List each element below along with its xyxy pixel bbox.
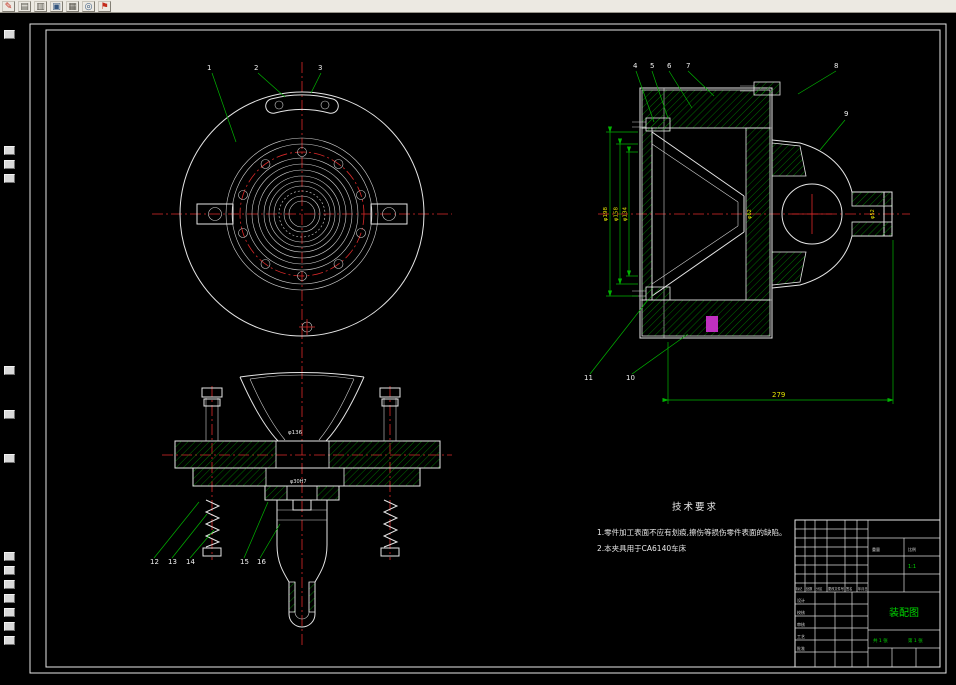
callout-label: 3: [318, 64, 322, 72]
tb-row-label: 校核: [797, 609, 805, 615]
tech-req-line: 1.零件加工表面不应有划痕,擦伤等损伤零件表面的缺陷。: [597, 527, 787, 537]
tech-req-line: 2.本夹具用于CA6140车床: [597, 543, 687, 553]
bushing-part: [706, 316, 718, 332]
tb-header: 处数: [806, 586, 813, 591]
tb-header: 更改文件号: [828, 586, 844, 591]
callout-label: 7: [686, 62, 690, 70]
canvas-bg: [0, 0, 956, 685]
callout-label: 5: [650, 62, 654, 70]
side-tool-icon[interactable]: [4, 174, 15, 183]
tb-row-label: 批准: [797, 645, 805, 651]
dim-label: φ30H7: [290, 479, 307, 485]
dim-label: φ62: [747, 209, 753, 219]
pencil-icon[interactable]: ✎: [2, 0, 15, 12]
flag-icon[interactable]: ⚑: [98, 0, 111, 12]
callout-label: 15: [240, 558, 249, 566]
tech-req-title: 技术要求: [672, 501, 718, 513]
tb-header: 标记: [796, 586, 803, 591]
callout-label: 16: [257, 558, 266, 566]
side-tool-icon[interactable]: [4, 636, 15, 645]
side-tool-icon[interactable]: [4, 146, 15, 155]
hatch-region: [641, 127, 653, 301]
side-tool-icon[interactable]: [4, 30, 15, 39]
dim-label: 279: [772, 391, 785, 399]
side-tool-icon[interactable]: [4, 366, 15, 375]
grid-icon[interactable]: ▦: [66, 0, 79, 12]
dim-label: φ52: [870, 209, 876, 219]
side-tool-icon[interactable]: [4, 622, 15, 631]
callout-label: 8: [834, 62, 838, 70]
tb-header: 签名: [846, 586, 852, 591]
callout-label: 6: [667, 62, 672, 70]
side-tool-icon[interactable]: [4, 566, 15, 575]
tb-row-label: 审核: [797, 621, 805, 627]
side-tool-icon[interactable]: [4, 552, 15, 561]
callout-label: 9: [844, 110, 848, 118]
app-toolbar: ✎ ▤ ▥ ▣ ▦ ◎ ⚑: [0, 0, 956, 13]
side-tool-icon[interactable]: [4, 160, 15, 169]
side-tool-icon[interactable]: [4, 608, 15, 617]
callout-label: 1: [207, 64, 211, 72]
open-sheet-icon[interactable]: ▥: [34, 0, 47, 12]
callout-label: 13: [168, 558, 177, 566]
dim-label: φ136: [288, 430, 303, 436]
new-sheet-icon[interactable]: ▤: [18, 0, 31, 12]
tb-scale-label: 比例: [908, 546, 916, 552]
cad-canvas[interactable]: 1 2 3 φ198 φ158 φ134 φ62 φ52 279 4 5 6 7…: [0, 0, 956, 685]
tb-drawing-name: 装配图: [889, 606, 919, 619]
callout-label: 14: [186, 558, 195, 566]
dim-label: φ198: [603, 206, 609, 221]
callout-label: 12: [150, 558, 159, 566]
dim-label: φ134: [623, 206, 629, 221]
tb-header: 分区: [816, 586, 823, 591]
tb-scale-value: 1:1: [908, 564, 916, 570]
dim-label: φ158: [614, 206, 620, 221]
save-icon[interactable]: ▣: [50, 0, 63, 12]
callout-label: 2: [254, 64, 258, 72]
side-tool-icon[interactable]: [4, 454, 15, 463]
tb-row-label: 工艺: [797, 634, 805, 639]
callout-label: 4: [633, 62, 638, 70]
side-tool-icon[interactable]: [4, 580, 15, 589]
side-tool-icon[interactable]: [4, 410, 15, 419]
callout-label: 10: [626, 374, 635, 382]
zoom-icon[interactable]: ◎: [82, 0, 95, 12]
callout-label: 11: [584, 374, 593, 382]
tb-sheet-total: 共 1 张: [873, 637, 888, 644]
tb-sheet-no: 第 1 张: [908, 637, 923, 644]
side-tool-icon[interactable]: [4, 594, 15, 603]
tb-header: 年月日: [858, 586, 868, 591]
tb-row-label: 设计: [797, 597, 805, 603]
tb-weight-label: 重量: [872, 546, 880, 552]
